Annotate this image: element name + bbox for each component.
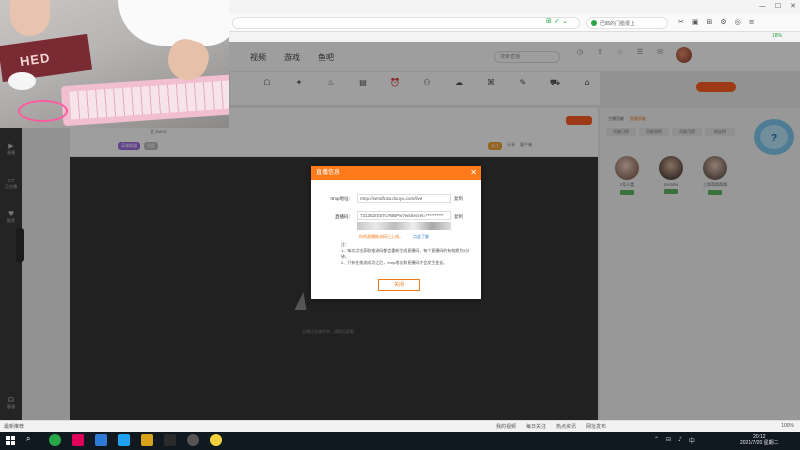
app-icon[interactable] [95,434,107,446]
taskbar-clock[interactable]: 20:12 2021/7/20 星期二 [740,434,779,446]
app-icon[interactable] [210,434,222,446]
learn-more-link[interactable]: 点此了解 [413,234,429,240]
scissors-icon[interactable]: ✂ [678,18,684,26]
network-icon[interactable]: ⊟ [666,436,671,445]
volume-icon[interactable]: ♪ [678,436,682,445]
copy-code-button[interactable]: 复制 [454,214,463,220]
status-item[interactable]: 网址发布 [586,423,606,430]
rtmp-label: rtmp地址： [330,196,354,201]
system-tray: ⌃ ⊟ ♪ 中 [654,436,695,445]
status-item[interactable]: 热点资讯 [556,423,576,430]
rtmp-field[interactable]: rtmp://sendfc3a.douyu.com/live [357,194,451,203]
app-icon[interactable] [118,434,130,446]
status-left-text[interactable]: 最新推荐 [4,423,24,430]
app-icon[interactable] [72,434,84,446]
arm [10,0,50,36]
modal-title: 直播信息 [316,170,341,176]
security-icon[interactable]: ⊞ ✓ ⌄ [546,17,568,25]
mouse [8,72,36,90]
search-icon[interactable]: ⌕ [26,434,38,446]
browser-360-icon[interactable] [49,434,61,446]
sleeve [118,0,229,46]
maximize-icon[interactable]: ☐ [775,2,781,10]
ime-icon[interactable]: 中 [689,436,695,445]
browser-status-bar: 最新推荐 我的视频 每日关注 热点资讯 网址发布 100% [0,420,800,432]
status-item[interactable]: 每日关注 [526,423,546,430]
extension-icon[interactable]: ▣ [692,18,699,26]
cable [18,100,68,122]
close-icon[interactable]: ✕ [790,2,796,10]
window-controls[interactable]: — ☐ ✕ [759,2,796,10]
taskbar-apps: ⌕ [26,434,222,446]
app-icon[interactable] [164,434,176,446]
chevron-up-icon[interactable]: ⌃ [654,436,659,445]
search-engine-icon [591,20,597,26]
zoom-level[interactable]: 100% [781,423,794,429]
stream-code-field[interactable]: 731252rSSTu?BBPw?wsSecret=********** [357,211,451,220]
menu-icon[interactable]: ≡ [749,18,755,26]
blurred-code [357,222,451,230]
browser-search-box[interactable]: 巴郎的门槛很上 [586,17,668,29]
status-right-items: 我的视频 每日关注 热点资讯 网址发布 [496,423,606,430]
grid-icon[interactable]: ⊞ [707,18,713,26]
clock-date: 2021/7/20 星期二 [740,440,779,446]
note-item: 2、只有在推流成功之后，rtmp地址和直播码才会发生变化。 [341,260,448,265]
minimize-icon[interactable]: — [759,2,766,10]
search-query-text: 巴郎的门槛很上 [600,20,636,27]
folder-icon[interactable] [141,434,153,446]
stream-code-label: 直播码： [335,214,353,219]
battery-indicator: 18% [771,33,782,39]
close-button[interactable]: 关闭 [378,279,420,291]
gear-icon[interactable]: ⚙ [720,18,726,26]
game-icon[interactable]: ◎ [735,18,741,26]
webcam-overlay: HED [0,0,229,128]
windows-start-icon[interactable] [6,436,15,445]
note-item: 1、每次点击获取推流码都会重新生成直播码，每个直播码的有效期为5分钟。 [341,248,470,259]
browser-tools[interactable]: ✂ ▣ ⊞ ⚙ ◎ ≡ [678,18,755,26]
stream-info-modal: 直播信息 ✕ rtmp地址： rtmp://sendfc3a.douyu.com… [311,166,481,299]
url-field[interactable] [232,17,580,29]
warning-text: 你的直播推流码已上线， [359,234,403,239]
close-icon[interactable]: ✕ [470,166,477,180]
obs-icon[interactable] [187,434,199,446]
modal-header: 直播信息 ✕ [311,166,481,180]
status-item[interactable]: 我的视频 [496,423,516,430]
copy-rtmp-button[interactable]: 复制 [454,196,463,202]
notes: 注： 1、每次点击获取推流码都会重新生成直播码，每个直播码的有效期为5分钟。 2… [341,242,471,266]
